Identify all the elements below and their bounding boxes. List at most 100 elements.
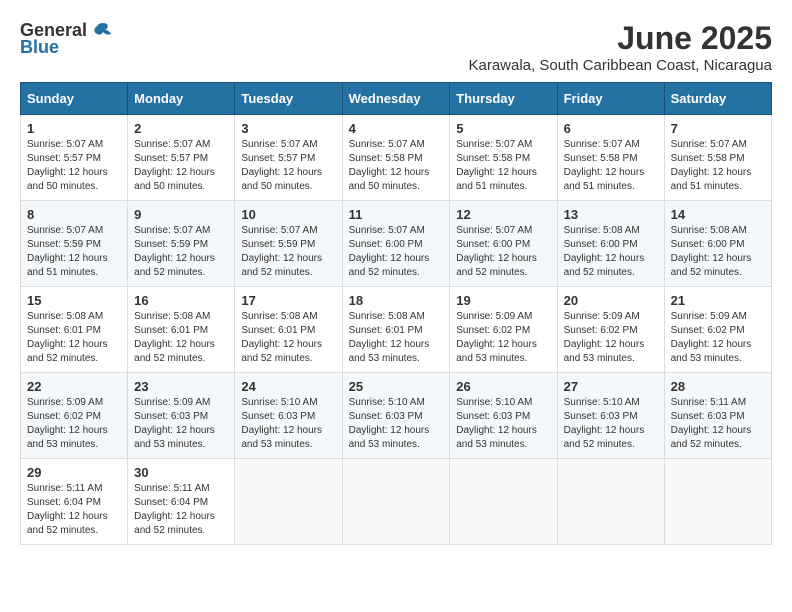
table-row: 29 Sunrise: 5:11 AM Sunset: 6:04 PM Dayl…	[21, 459, 128, 545]
daylight-text: Daylight: 12 hours and 52 minutes.	[349, 253, 430, 278]
day-number: 14	[671, 207, 765, 222]
day-info: Sunrise: 5:08 AM Sunset: 6:01 PM Dayligh…	[349, 310, 444, 366]
day-info: Sunrise: 5:08 AM Sunset: 6:00 PM Dayligh…	[671, 224, 765, 280]
table-row: 30 Sunrise: 5:11 AM Sunset: 6:04 PM Dayl…	[128, 459, 235, 545]
day-info: Sunrise: 5:09 AM Sunset: 6:03 PM Dayligh…	[134, 396, 228, 452]
table-row: 22 Sunrise: 5:09 AM Sunset: 6:02 PM Dayl…	[21, 373, 128, 459]
daylight-text: Daylight: 12 hours and 53 minutes.	[564, 339, 645, 364]
sunrise-text: Sunrise: 5:07 AM	[134, 225, 210, 236]
daylight-text: Daylight: 12 hours and 52 minutes.	[671, 253, 752, 278]
sunrise-text: Sunrise: 5:07 AM	[241, 139, 317, 150]
col-monday: Monday	[128, 83, 235, 115]
sunset-text: Sunset: 6:01 PM	[27, 325, 101, 336]
sunrise-text: Sunrise: 5:07 AM	[27, 139, 103, 150]
sunset-text: Sunset: 5:57 PM	[134, 153, 208, 164]
daylight-text: Daylight: 12 hours and 50 minutes.	[241, 167, 322, 192]
day-number: 2	[134, 121, 228, 136]
calendar-table: Sunday Monday Tuesday Wednesday Thursday…	[20, 82, 772, 545]
day-number: 16	[134, 293, 228, 308]
day-info: Sunrise: 5:10 AM Sunset: 6:03 PM Dayligh…	[349, 396, 444, 452]
day-number: 3	[241, 121, 335, 136]
day-number: 25	[349, 379, 444, 394]
table-row: 28 Sunrise: 5:11 AM Sunset: 6:03 PM Dayl…	[664, 373, 771, 459]
table-row: 27 Sunrise: 5:10 AM Sunset: 6:03 PM Dayl…	[557, 373, 664, 459]
day-info: Sunrise: 5:07 AM Sunset: 5:59 PM Dayligh…	[134, 224, 228, 280]
col-tuesday: Tuesday	[235, 83, 342, 115]
day-info: Sunrise: 5:07 AM Sunset: 6:00 PM Dayligh…	[349, 224, 444, 280]
sunrise-text: Sunrise: 5:08 AM	[671, 225, 747, 236]
page-container: General Blue June 2025 Karawala, South C…	[20, 20, 772, 545]
day-number: 15	[27, 293, 121, 308]
day-number: 24	[241, 379, 335, 394]
day-number: 28	[671, 379, 765, 394]
day-number: 8	[27, 207, 121, 222]
day-number: 1	[27, 121, 121, 136]
sunrise-text: Sunrise: 5:09 AM	[134, 397, 210, 408]
sunset-text: Sunset: 5:59 PM	[27, 239, 101, 250]
sunset-text: Sunset: 5:58 PM	[671, 153, 745, 164]
day-number: 19	[456, 293, 550, 308]
sunset-text: Sunset: 6:03 PM	[241, 411, 315, 422]
col-thursday: Thursday	[450, 83, 557, 115]
day-number: 29	[27, 465, 121, 480]
sunrise-text: Sunrise: 5:07 AM	[241, 225, 317, 236]
daylight-text: Daylight: 12 hours and 53 minutes.	[349, 425, 430, 450]
sunset-text: Sunset: 6:03 PM	[671, 411, 745, 422]
sunset-text: Sunset: 6:03 PM	[349, 411, 423, 422]
daylight-text: Daylight: 12 hours and 52 minutes.	[241, 253, 322, 278]
col-friday: Friday	[557, 83, 664, 115]
sunset-text: Sunset: 5:57 PM	[27, 153, 101, 164]
month-title: June 2025	[468, 20, 772, 57]
sunset-text: Sunset: 5:58 PM	[564, 153, 638, 164]
day-info: Sunrise: 5:10 AM Sunset: 6:03 PM Dayligh…	[456, 396, 550, 452]
sunrise-text: Sunrise: 5:07 AM	[456, 225, 532, 236]
day-number: 12	[456, 207, 550, 222]
sunset-text: Sunset: 5:57 PM	[241, 153, 315, 164]
table-row: 16 Sunrise: 5:08 AM Sunset: 6:01 PM Dayl…	[128, 287, 235, 373]
table-row: 14 Sunrise: 5:08 AM Sunset: 6:00 PM Dayl…	[664, 201, 771, 287]
sunrise-text: Sunrise: 5:08 AM	[27, 311, 103, 322]
day-info: Sunrise: 5:10 AM Sunset: 6:03 PM Dayligh…	[564, 396, 658, 452]
sunset-text: Sunset: 6:01 PM	[241, 325, 315, 336]
calendar-header-row: Sunday Monday Tuesday Wednesday Thursday…	[21, 83, 772, 115]
sunrise-text: Sunrise: 5:07 AM	[671, 139, 747, 150]
day-info: Sunrise: 5:08 AM Sunset: 6:01 PM Dayligh…	[27, 310, 121, 366]
daylight-text: Daylight: 12 hours and 50 minutes.	[134, 167, 215, 192]
sunset-text: Sunset: 6:00 PM	[564, 239, 638, 250]
sunrise-text: Sunrise: 5:11 AM	[671, 397, 746, 408]
sunset-text: Sunset: 6:04 PM	[27, 497, 101, 508]
sunset-text: Sunset: 5:58 PM	[349, 153, 423, 164]
table-row: 18 Sunrise: 5:08 AM Sunset: 6:01 PM Dayl…	[342, 287, 450, 373]
table-row: 15 Sunrise: 5:08 AM Sunset: 6:01 PM Dayl…	[21, 287, 128, 373]
day-number: 9	[134, 207, 228, 222]
sunset-text: Sunset: 6:01 PM	[349, 325, 423, 336]
sunset-text: Sunset: 6:00 PM	[349, 239, 423, 250]
sunset-text: Sunset: 6:03 PM	[564, 411, 638, 422]
table-row: 9 Sunrise: 5:07 AM Sunset: 5:59 PM Dayli…	[128, 201, 235, 287]
daylight-text: Daylight: 12 hours and 52 minutes.	[27, 339, 108, 364]
table-row: 23 Sunrise: 5:09 AM Sunset: 6:03 PM Dayl…	[128, 373, 235, 459]
day-info: Sunrise: 5:07 AM Sunset: 5:57 PM Dayligh…	[134, 138, 228, 194]
sunrise-text: Sunrise: 5:11 AM	[27, 483, 102, 494]
table-row	[664, 459, 771, 545]
sunrise-text: Sunrise: 5:07 AM	[349, 139, 425, 150]
day-number: 22	[27, 379, 121, 394]
table-row	[235, 459, 342, 545]
table-row: 17 Sunrise: 5:08 AM Sunset: 6:01 PM Dayl…	[235, 287, 342, 373]
day-number: 20	[564, 293, 658, 308]
table-row: 25 Sunrise: 5:10 AM Sunset: 6:03 PM Dayl…	[342, 373, 450, 459]
day-info: Sunrise: 5:08 AM Sunset: 6:01 PM Dayligh…	[134, 310, 228, 366]
table-row: 24 Sunrise: 5:10 AM Sunset: 6:03 PM Dayl…	[235, 373, 342, 459]
sunrise-text: Sunrise: 5:09 AM	[671, 311, 747, 322]
daylight-text: Daylight: 12 hours and 52 minutes.	[564, 253, 645, 278]
table-row: 10 Sunrise: 5:07 AM Sunset: 5:59 PM Dayl…	[235, 201, 342, 287]
col-saturday: Saturday	[664, 83, 771, 115]
calendar-week-row: 15 Sunrise: 5:08 AM Sunset: 6:01 PM Dayl…	[21, 287, 772, 373]
daylight-text: Daylight: 12 hours and 53 minutes.	[241, 425, 322, 450]
table-row: 11 Sunrise: 5:07 AM Sunset: 6:00 PM Dayl…	[342, 201, 450, 287]
day-info: Sunrise: 5:07 AM Sunset: 5:59 PM Dayligh…	[27, 224, 121, 280]
sunset-text: Sunset: 6:02 PM	[671, 325, 745, 336]
day-info: Sunrise: 5:08 AM Sunset: 6:01 PM Dayligh…	[241, 310, 335, 366]
table-row	[342, 459, 450, 545]
day-info: Sunrise: 5:10 AM Sunset: 6:03 PM Dayligh…	[241, 396, 335, 452]
